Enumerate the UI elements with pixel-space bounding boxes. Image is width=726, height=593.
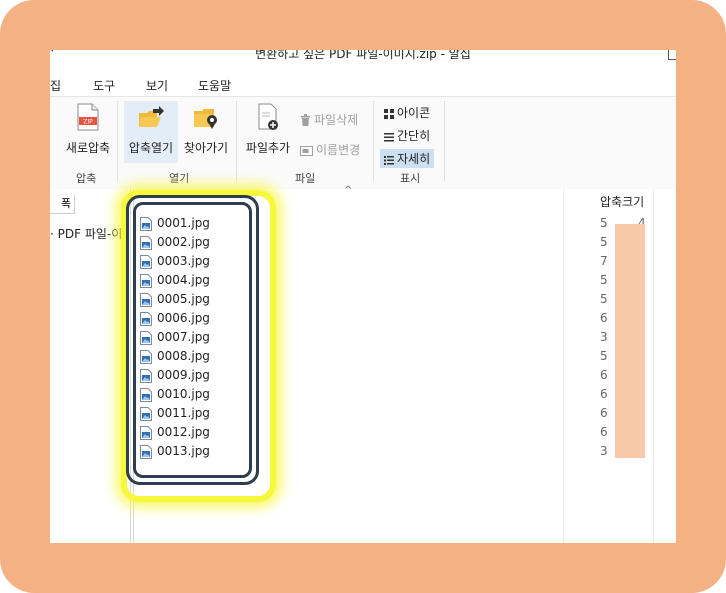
size-digit-lead: 6: [600, 406, 608, 420]
new-archive-button[interactable]: ZIP 새로압축: [62, 103, 114, 161]
tree-node-archive[interactable]: · PDF 파일-이: [50, 225, 122, 242]
group-label-open: 열기: [169, 172, 190, 185]
size-digit-lead: 6: [600, 425, 608, 439]
menu-view[interactable]: 보기: [146, 77, 168, 94]
maximize-icon[interactable]: [668, 50, 676, 60]
add-file-icon: [258, 103, 278, 130]
trash-icon: [301, 114, 310, 126]
size-digit-lead: 3: [600, 330, 608, 344]
find-location-button[interactable]: 찾아가기: [180, 101, 232, 163]
new-archive-label: 새로압축: [65, 141, 111, 155]
size-digit-lead: 6: [600, 368, 608, 382]
delete-file-button[interactable]: 파일삭제: [300, 111, 358, 128]
detail-list-icon: [384, 156, 394, 165]
menu-tools[interactable]: 도구: [93, 77, 115, 94]
column-divider: [653, 189, 654, 543]
folder-pin-icon: [194, 109, 217, 129]
folder-tree-pane[interactable]: 폭 · PDF 파일-이: [50, 189, 131, 543]
add-file-label: 파일추가: [245, 141, 291, 155]
group-label-view: 표시: [400, 172, 421, 185]
group-separator: [117, 101, 118, 181]
column-divider: [563, 189, 564, 543]
menu-home[interactable]: 집: [50, 77, 61, 94]
rename-icon: [300, 146, 313, 156]
grid-icon: [384, 109, 394, 119]
menu-help[interactable]: 도움말: [198, 77, 231, 94]
size-digit-lead: 6: [600, 387, 608, 401]
view-icon-button[interactable]: 아이콘: [384, 104, 430, 121]
group-separator: [236, 101, 237, 181]
add-file-button[interactable]: 파일추가: [242, 103, 294, 163]
size-digit-lead: 5: [600, 273, 608, 287]
size-digit-lead: 5: [600, 235, 608, 249]
view-simple-button[interactable]: 간단히: [384, 127, 430, 144]
group-separator: [444, 101, 445, 181]
packed-size-column-header[interactable]: 압축크기: [600, 193, 644, 210]
highlight-ring-inner: [133, 202, 252, 478]
group-label-file: 파일: [295, 172, 316, 185]
size-digit-lead: 3: [600, 444, 608, 458]
view-simple-label: 간단히: [397, 129, 431, 143]
list-icon: [384, 133, 394, 142]
view-detail-label: 자세히: [397, 152, 431, 166]
delete-file-label: 파일삭제: [314, 113, 359, 127]
view-icon-label: 아이콘: [397, 106, 431, 120]
sort-ascending-icon[interactable]: ^: [344, 185, 352, 196]
size-digit-lead: 5: [600, 349, 608, 363]
title-bar: ▾ 변환하고 싶은 PDF 파일-이미지.zip - 알집: [50, 50, 676, 68]
menu-bar: 집 도구 보기 도움말: [50, 74, 676, 94]
size-digit-lead: 5: [600, 292, 608, 306]
size-digit-lead: 7: [600, 254, 608, 268]
zip-file-icon: ZIP: [77, 103, 99, 131]
open-archive-label: 압축열기: [128, 141, 174, 155]
group-label-compress: 압축: [76, 172, 97, 185]
rename-button[interactable]: 이름변경: [300, 141, 360, 158]
window-title: 변환하고 싶은 PDF 파일-이미지.zip - 알집: [255, 50, 471, 61]
find-location-label: 찾아가기: [183, 141, 229, 155]
view-detail-button[interactable]: 자세히: [380, 149, 435, 168]
ribbon: ZIP 새로압축 압축열기 찾아가기 파일추가 파일삭제 이름변경 아이콘 간단…: [50, 96, 676, 190]
tree-tab[interactable]: 폭: [50, 195, 75, 214]
group-separator: [373, 101, 374, 181]
zip-badge-text: ZIP: [83, 119, 93, 126]
size-digit-lead: 5: [600, 216, 608, 230]
size-digit-lead: 6: [600, 311, 608, 325]
open-archive-button[interactable]: 압축열기: [124, 101, 178, 163]
rename-label: 이름변경: [316, 143, 361, 157]
redaction-box: [615, 224, 645, 458]
open-folder-icon: [139, 106, 164, 127]
